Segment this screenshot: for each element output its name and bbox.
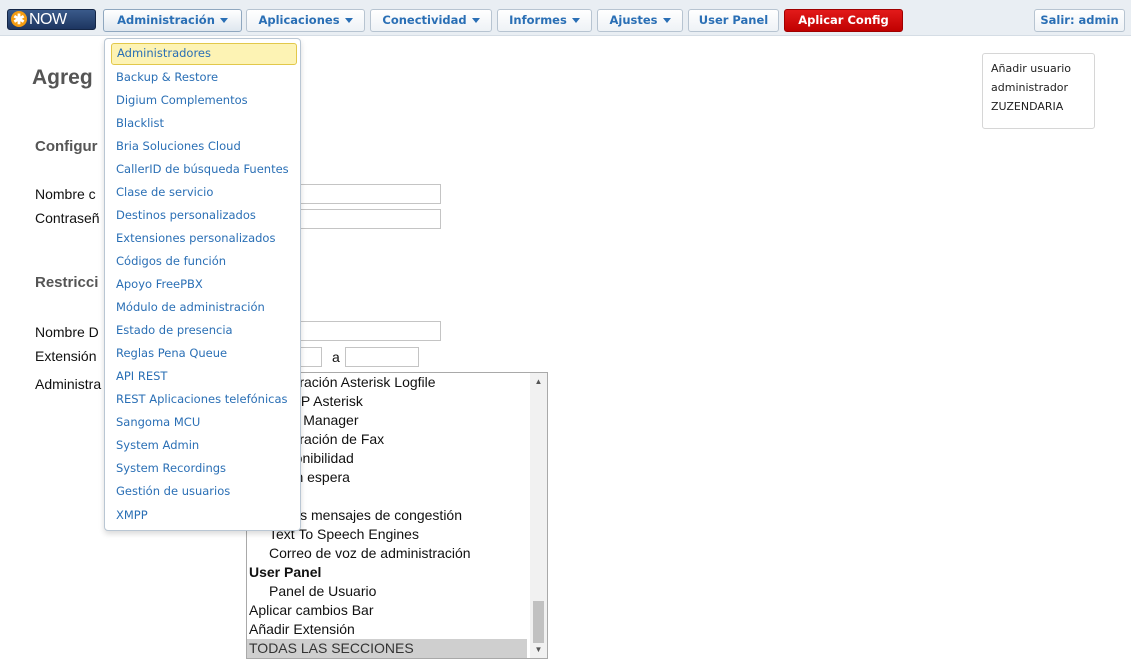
scrollbar-thumb[interactable] bbox=[533, 601, 544, 643]
logout-button[interactable]: Salir: admin bbox=[1034, 9, 1125, 32]
menu-item-callerid[interactable]: CallerID de búsqueda Fuentes bbox=[111, 159, 297, 181]
menu-item-api-rest[interactable]: API REST bbox=[111, 366, 297, 388]
menu-item-modulo-admin[interactable]: Módulo de administración bbox=[111, 297, 297, 319]
nav-ajustes-button[interactable]: Ajustes bbox=[597, 9, 683, 32]
range-separator: a bbox=[332, 349, 340, 365]
username-label: Nombre c bbox=[35, 186, 96, 202]
menu-item-rest-apps[interactable]: REST Aplicaciones telefónicas bbox=[111, 389, 297, 411]
extension-range-label: Extensión bbox=[35, 348, 97, 364]
nav-informes-label: Informes bbox=[509, 13, 567, 27]
section-heading-restricciones: Restricci bbox=[35, 274, 99, 291]
menu-item-apoyo-freepbx[interactable]: Apoyo FreePBX bbox=[111, 274, 297, 296]
caret-down-icon bbox=[219, 18, 228, 23]
nav-conectividad-button[interactable]: Conectividad bbox=[370, 9, 492, 32]
menu-item-system-admin[interactable]: System Admin bbox=[111, 435, 297, 457]
menu-item-extensiones[interactable]: Extensiones personalizados bbox=[111, 228, 297, 250]
nav-aplicaciones-label: Aplicaciones bbox=[258, 13, 340, 27]
list-option-selected[interactable]: TODAS LAS SECCIONES bbox=[247, 639, 527, 658]
menu-item-destinos[interactable]: Destinos personalizados bbox=[111, 205, 297, 227]
help-line: Añadir usuario bbox=[991, 62, 1072, 75]
nav-administracion-label: Administración bbox=[117, 13, 215, 27]
caret-down-icon bbox=[471, 18, 480, 23]
nav-ajustes-label: Ajustes bbox=[609, 13, 658, 27]
apply-config-label: Aplicar Config bbox=[798, 13, 889, 27]
menu-item-codigos-funcion[interactable]: Códigos de función bbox=[111, 251, 297, 273]
nav-user-panel-label: User Panel bbox=[698, 13, 769, 27]
password-label: Contraseñ bbox=[35, 210, 100, 226]
asterisk-logo-icon: ✱ bbox=[11, 11, 27, 27]
username-input[interactable] bbox=[295, 184, 441, 204]
menu-item-system-recordings[interactable]: System Recordings bbox=[111, 458, 297, 480]
nav-administracion-button[interactable]: Administración bbox=[103, 9, 242, 32]
extension-to-input[interactable] bbox=[345, 347, 419, 367]
nav-aplicaciones-button[interactable]: Aplicaciones bbox=[246, 9, 365, 32]
section-heading-configuracion: Configur bbox=[35, 138, 98, 155]
department-name-input[interactable] bbox=[295, 321, 441, 341]
list-option[interactable]: Aplicar cambios Bar bbox=[247, 601, 527, 620]
caret-down-icon bbox=[344, 18, 353, 23]
menu-item-clase-servicio[interactable]: Clase de servicio bbox=[111, 182, 297, 204]
nav-conectividad-label: Conectividad bbox=[382, 13, 467, 27]
menu-item-user-management[interactable]: Gestión de usuarios bbox=[111, 481, 297, 503]
administracion-dropdown-menu: Administradores Backup & Restore Digium … bbox=[104, 38, 301, 531]
menu-item-sangoma-mcu[interactable]: Sangoma MCU bbox=[111, 412, 297, 434]
list-group-label: User Panel bbox=[249, 564, 322, 580]
apply-config-button[interactable]: Aplicar Config bbox=[784, 9, 903, 32]
department-name-label: Nombre D bbox=[35, 324, 99, 340]
password-input[interactable] bbox=[295, 209, 441, 229]
list-option[interactable]: Añadir Extensión bbox=[247, 620, 527, 639]
logo-text: NOW bbox=[29, 11, 67, 28]
listbox-scrollbar[interactable]: ▲ ▼ bbox=[530, 373, 547, 658]
menu-item-queue-penalty[interactable]: Reglas Pena Queue bbox=[111, 343, 297, 365]
menu-item-administradores[interactable]: Administradores bbox=[111, 43, 297, 65]
help-line: administrador bbox=[991, 81, 1069, 94]
list-option[interactable]: Correo de voz de administración bbox=[247, 544, 527, 563]
menu-item-presencia[interactable]: Estado de presencia bbox=[111, 320, 297, 342]
list-option[interactable]: Panel de Usuario bbox=[247, 582, 527, 601]
scroll-down-arrow-icon[interactable]: ▼ bbox=[530, 641, 547, 658]
menu-item-bria[interactable]: Bria Soluciones Cloud bbox=[111, 136, 297, 158]
nav-informes-button[interactable]: Informes bbox=[497, 9, 592, 32]
caret-down-icon bbox=[571, 18, 580, 23]
scroll-up-arrow-icon[interactable]: ▲ bbox=[530, 373, 547, 390]
admin-access-label: Administra bbox=[35, 376, 102, 392]
nav-user-panel-button[interactable]: User Panel bbox=[688, 9, 779, 32]
top-navbar: ✱ NOW Administración Aplicaciones Conect… bbox=[0, 0, 1131, 36]
menu-item-backup-restore[interactable]: Backup & Restore bbox=[111, 67, 297, 89]
freepbx-logo[interactable]: ✱ NOW bbox=[7, 9, 96, 30]
add-admin-user-help-box: Añadir usuario administrador ZUZENDARIA bbox=[982, 53, 1095, 129]
page-title: Agreg bbox=[32, 66, 93, 89]
menu-item-blacklist[interactable]: Blacklist bbox=[111, 113, 297, 135]
logout-label: Salir: admin bbox=[1040, 13, 1119, 27]
help-line: ZUZENDARIA bbox=[991, 100, 1064, 113]
menu-item-xmpp[interactable]: XMPP bbox=[111, 505, 297, 527]
caret-down-icon bbox=[662, 18, 671, 23]
menu-item-digium[interactable]: Digium Complementos bbox=[111, 90, 297, 112]
